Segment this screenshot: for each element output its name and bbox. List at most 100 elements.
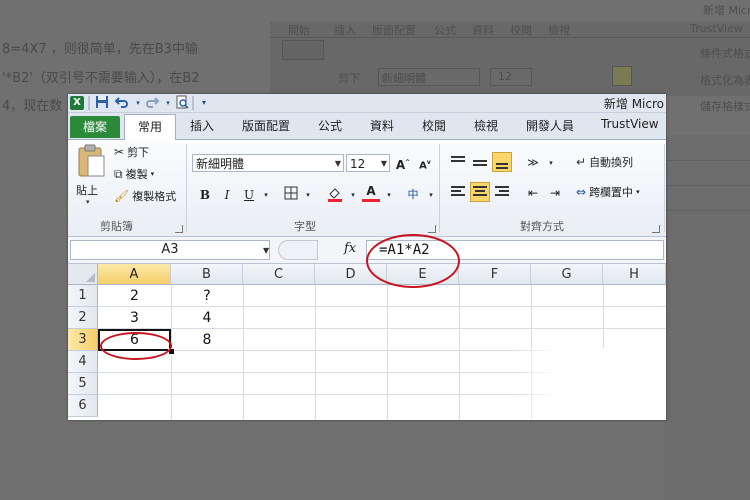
fill-color-dropdown-icon[interactable]: ▾ [344,186,362,204]
row-header-6[interactable]: 6 [68,395,98,417]
underline-button[interactable]: U [240,186,258,204]
cell-b1[interactable]: ? [171,285,243,307]
select-all-button[interactable] [68,264,98,285]
align-middle-icon[interactable] [470,152,490,172]
format-painter-label: 複製格式 [132,190,177,203]
shrink-font-icon[interactable]: Av [416,154,434,172]
font-color-icon[interactable]: A [362,184,380,202]
chevron-down-icon: ▼ [380,159,387,168]
name-box[interactable]: A3 [70,240,270,260]
font-group-label: 字型 [294,220,316,233]
grow-font-icon[interactable]: A^ [394,154,412,172]
column-header-b[interactable]: B [171,264,243,285]
row-header-5[interactable]: 5 [68,373,98,395]
redo-icon[interactable] [144,95,160,111]
chevron-down-icon[interactable]: ▼ [263,246,269,255]
merge-center-icon: ⇔ [576,185,587,199]
customize-toolbar-icon[interactable]: ▾ [196,95,212,111]
copy-button[interactable]: ⧉ 複製 ▾ [114,166,154,182]
undo-icon[interactable] [114,95,130,111]
paste-button[interactable]: 貼上 ▾ [74,144,108,206]
borders-dropdown-icon[interactable]: ▾ [299,186,317,204]
column-header-f[interactable]: F [459,264,531,285]
align-right-icon[interactable] [492,182,512,202]
align-center-icon[interactable] [470,182,490,202]
cell-a2[interactable]: 3 [98,307,171,329]
group-separator [664,144,665,232]
cell-a1[interactable]: 2 [98,285,171,307]
merge-center-button[interactable]: ⇔ 跨欄置中 ▾ [576,184,640,200]
bold-button[interactable]: B [196,186,214,204]
tab-view[interactable]: 檢視 [474,117,498,134]
orientation-icon[interactable]: ≫ [524,154,542,172]
cut-label: 剪下 [127,146,150,159]
background-tab: 校閱 [510,24,532,37]
background-font-name: 新細明體 [382,72,426,85]
background-tab: 版面配置 [372,24,416,37]
wrap-text-button[interactable]: ↵ 自動換列 [576,154,633,170]
align-top-icon[interactable] [448,152,468,172]
row-header-4[interactable]: 4 [68,351,98,373]
phonetic-guide-icon[interactable]: 中 [404,186,422,204]
background-paste-button [282,40,324,60]
copy-label: 複製 [125,168,148,181]
cell-b3[interactable]: 8 [171,329,243,351]
row-header-3[interactable]: 3 [68,329,98,351]
alignment-dialog-launcher[interactable] [652,225,660,233]
orientation-dropdown-icon[interactable]: ▾ [542,154,560,172]
column-header-a[interactable]: A [98,264,171,285]
title-bar: X ▾ ▾ ▾ 新增 Micro [68,94,666,113]
row-header-2[interactable]: 2 [68,307,98,329]
font-dialog-launcher[interactable] [428,225,436,233]
tab-review[interactable]: 校閱 [422,117,446,134]
wrap-text-label: 自動換列 [589,156,634,169]
align-left-icon[interactable] [448,182,468,202]
decrease-indent-icon[interactable]: ⇤ [524,184,542,202]
phonetic-dropdown-icon[interactable]: ▾ [422,186,440,204]
wrap-text-icon: ↵ [576,155,587,169]
tab-page-layout[interactable]: 版面配置 [242,117,290,134]
font-size-combo[interactable]: 12 ▼ [346,154,390,172]
save-icon[interactable] [94,95,110,111]
fill-color-icon[interactable] [326,186,344,204]
chevron-down-icon: ▼ [334,159,341,168]
borders-icon[interactable] [282,186,300,204]
format-painter-button[interactable]: 🖌 複製格式 [114,188,176,204]
cut-button[interactable]: ✂ 剪下 [114,144,149,160]
background-tab: 插入 [334,24,356,37]
column-header-h[interactable]: H [603,264,666,285]
underline-dropdown-icon[interactable]: ▾ [257,186,275,204]
column-header-c[interactable]: C [243,264,315,285]
print-preview-icon[interactable] [174,95,190,111]
tab-formulas[interactable]: 公式 [318,117,342,134]
font-name-value: 新細明體 [196,157,245,171]
background-grid [664,135,750,500]
background-cut-label: 剪下 [338,72,360,85]
insert-function-icon[interactable]: fx [344,241,356,256]
italic-button[interactable]: I [218,186,236,204]
increase-indent-icon[interactable]: ⇥ [546,184,564,202]
background-ribbon-item: 格式化為表格 [700,74,750,87]
group-separator [186,144,187,232]
background-ribbon-item: 條件式格式設定 [700,47,750,60]
cell-b2[interactable]: 4 [171,307,243,329]
tab-home[interactable]: 常用 [124,114,176,140]
font-name-combo[interactable]: 新細明體 ▼ [192,154,344,172]
background-ribbon-item: 儲存格樣式 [700,100,750,113]
tab-insert[interactable]: 插入 [190,117,214,134]
tab-data[interactable]: 資料 [370,117,394,134]
font-color-dropdown-icon[interactable]: ▾ [380,186,398,204]
tab-file[interactable]: 檔案 [70,116,120,138]
formula-bar-grip[interactable] [278,240,318,260]
tab-trustview[interactable]: TrustView [601,117,659,131]
copy-icon: ⧉ [114,167,123,181]
toolbar-separator [88,96,90,110]
background-grid-line [664,210,750,211]
row-header-1[interactable]: 1 [68,285,98,307]
align-bottom-icon[interactable] [492,152,512,172]
column-header-g[interactable]: G [531,264,603,285]
background-text-line: 8=4X7 ，则很简单，先在B3中输 [2,42,198,57]
tab-developer[interactable]: 開發人員 [526,117,574,134]
cell-highlight-circle [100,332,172,360]
clipboard-dialog-launcher[interactable] [175,225,183,233]
